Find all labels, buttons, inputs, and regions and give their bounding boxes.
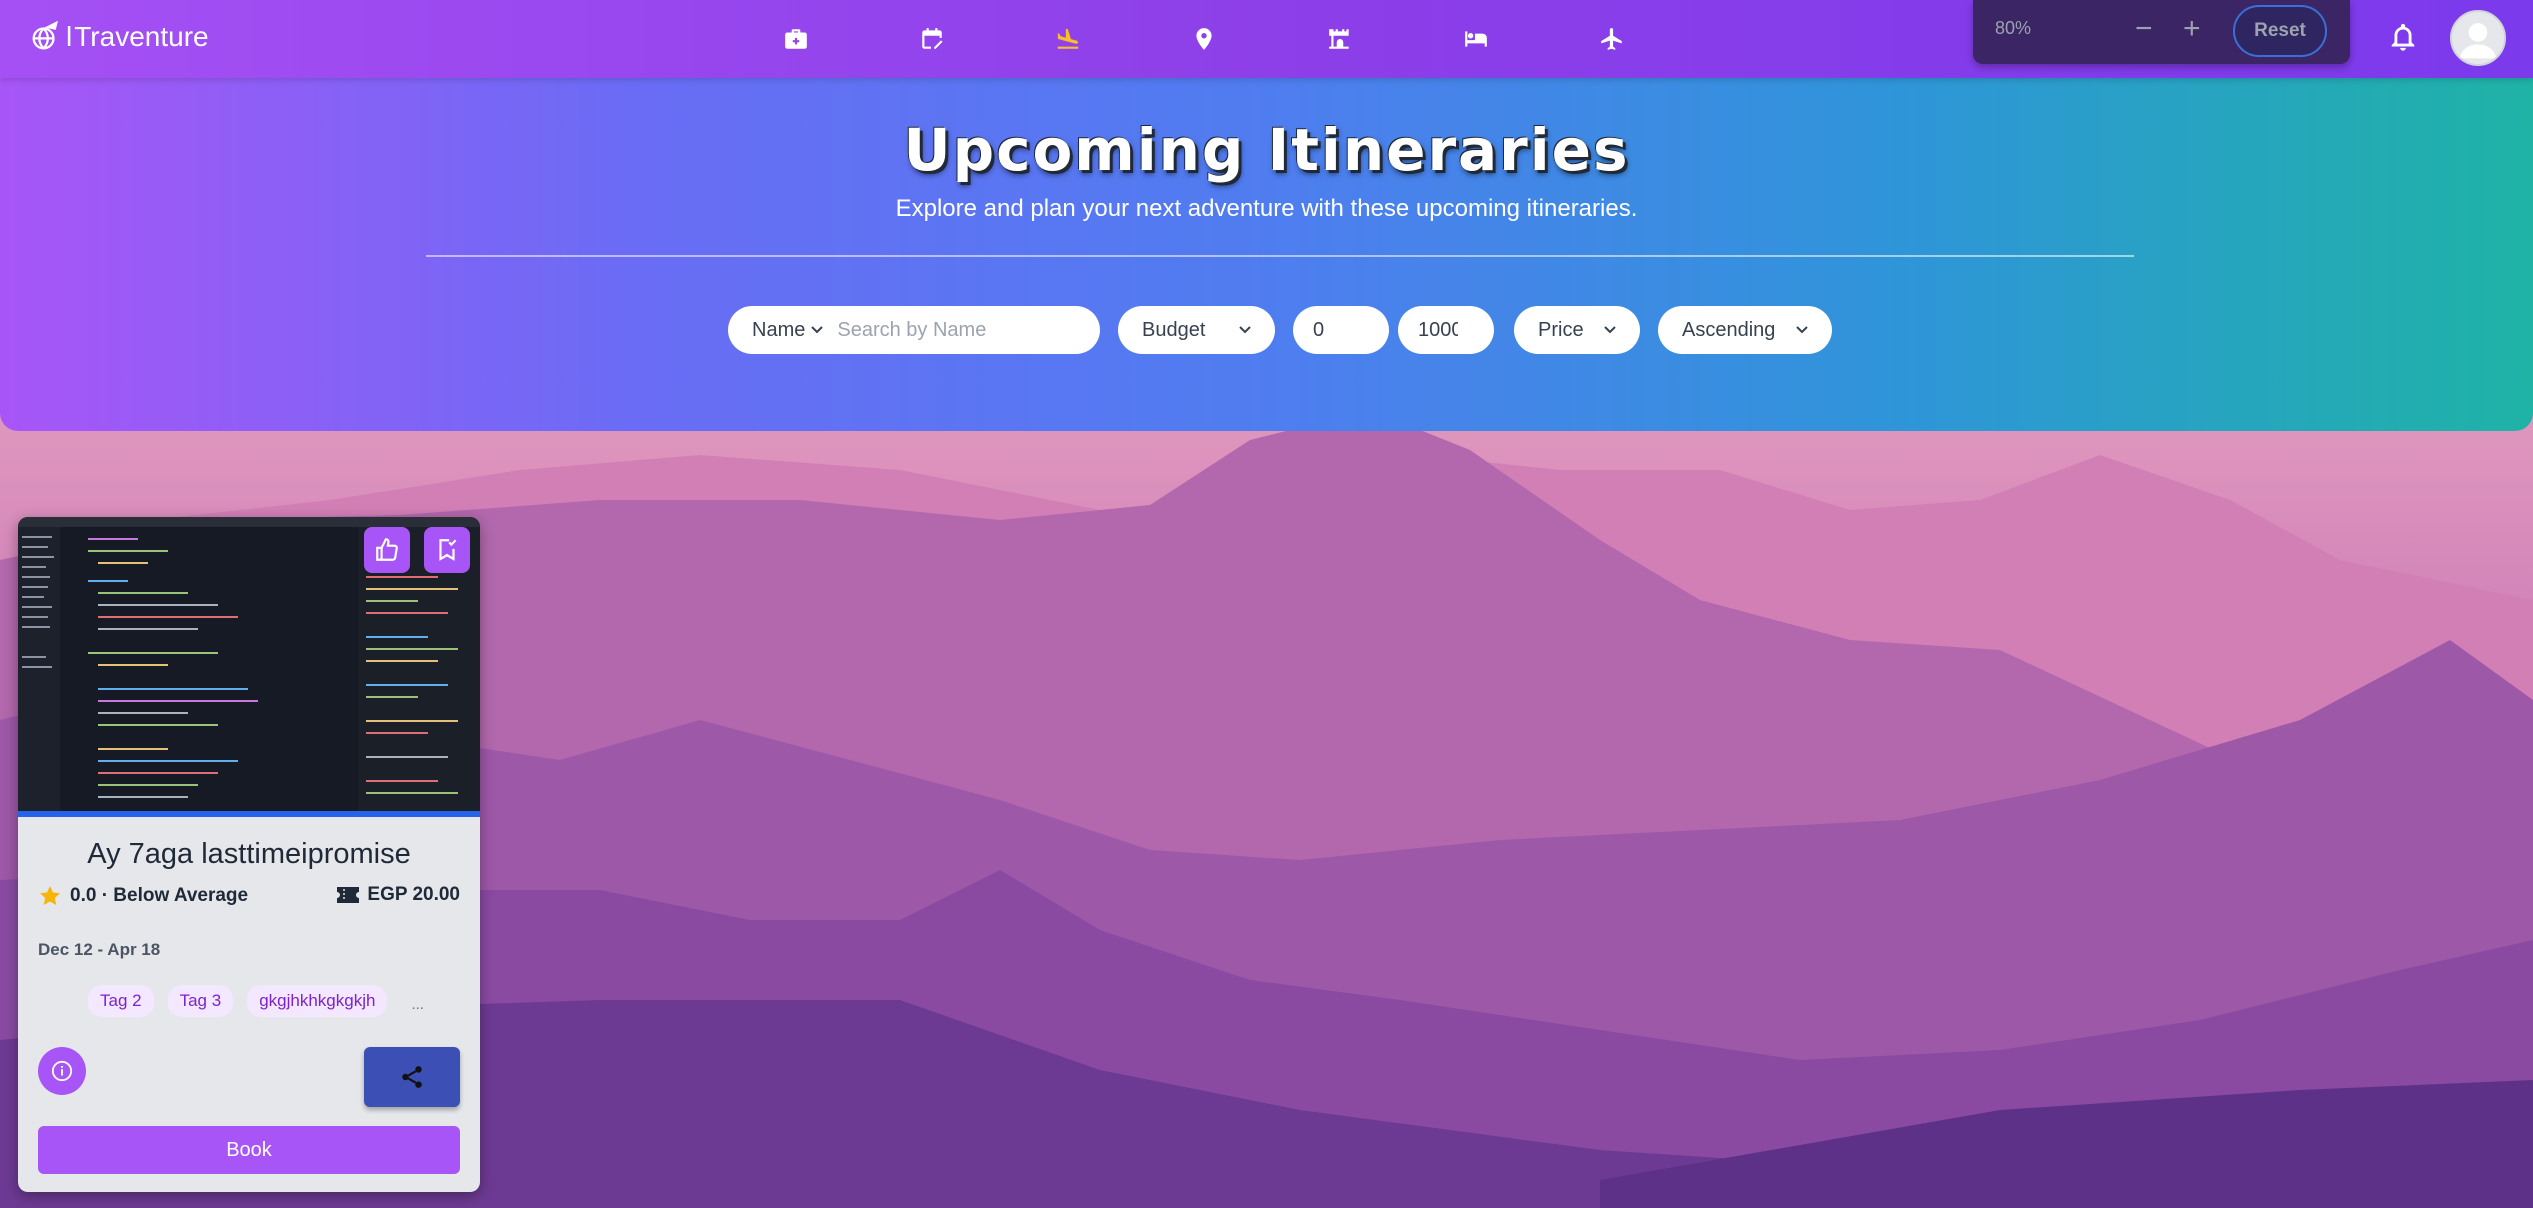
nav-hotel[interactable] [1450,20,1502,58]
max-budget-field [1398,306,1494,354]
filter-bar: Name Budget Price Ascending [0,306,2533,354]
chevron-down-icon [1239,326,1251,334]
zoom-reset-button[interactable]: Reset [2233,5,2327,57]
museum-icon [1329,29,1349,49]
calendar-edit-icon [922,28,943,49]
nav-plane-landing[interactable] [1042,20,1094,58]
plane-icon [1601,28,1622,50]
zoom-out-button[interactable]: − [2135,12,2153,46]
ticket-icon [337,887,360,903]
min-budget-field [1293,306,1389,354]
logo-bar: l [66,21,73,52]
chevron-down-icon [811,326,824,334]
top-navbar: l Traventure 80% − + Reset [0,0,2533,78]
chevron-down-icon [1796,326,1808,334]
search-field-select[interactable]: Name [752,318,824,342]
zoom-in-button[interactable]: + [2183,12,2201,46]
rating-text: 0.0 · Below Average [70,885,249,906]
tag-chip: Tag 2 [88,985,154,1017]
tag-list: Tag 2 Tag 3 gkgjhkhkgkgkjh ... [88,985,424,1017]
book-button[interactable]: Book [38,1126,460,1174]
plane-landing-icon [1057,28,1079,49]
notifications-button[interactable] [2386,20,2422,58]
nav-location[interactable] [1178,20,1230,58]
image-status-bar [18,811,480,817]
user-avatar[interactable] [2450,10,2506,66]
min-budget-input[interactable] [1313,318,1373,342]
page-title: Upcoming Itineraries [903,116,1630,184]
sort-field-dropdown[interactable]: Price [1514,306,1640,354]
logo-text: Traventure [74,21,209,52]
nav-flights[interactable] [1586,20,1638,58]
like-button[interactable] [364,527,410,573]
share-button[interactable] [364,1047,460,1107]
user-icon [2459,23,2497,59]
share-icon [402,1066,422,1088]
itinerary-image [18,517,480,817]
bookmark-check-icon [439,539,457,561]
bookmark-button[interactable] [424,527,470,573]
hero-divider [426,255,2134,257]
briefcase-icon [785,29,807,49]
bell-icon [2391,23,2415,51]
itinerary-dates: Dec 12 - Apr 18 [38,940,161,959]
hero-section: Upcoming Itineraries Explore and plan yo… [0,78,2533,431]
airplane-globe-icon [32,20,59,50]
more-tags-indicator[interactable]: ... [411,996,424,1013]
zoom-level: 80% [1995,18,2032,38]
budget-label: Budget [1142,318,1206,341]
itinerary-title: Ay 7aga lasttimeipromise [87,838,411,870]
info-icon [51,1060,73,1082]
sort-order-label: Ascending [1682,318,1776,341]
code-editor-screenshot [18,517,480,817]
thumbs-up-icon [376,538,398,561]
nav-briefcase[interactable] [770,20,822,58]
bed-icon [1465,31,1487,47]
tag-chip: Tag 3 [167,985,234,1017]
search-field-label: Name [752,318,806,341]
nav-icon-bar [770,20,1722,58]
itinerary-rating: 0.0 · Below Average [38,884,248,908]
map-pin-icon [1196,28,1212,50]
itinerary-price: EGP 20.00 [335,884,460,906]
app-logo[interactable]: l Traventure [28,20,209,54]
star-icon [40,886,60,906]
search-box: Name [728,306,1100,354]
zoom-control: 80% − + Reset [1973,0,2350,64]
search-input[interactable] [837,318,1078,342]
itinerary-card: Ay 7aga lasttimeipromise 0.0 · Below Ave… [18,517,480,1192]
chevron-down-icon [1604,326,1616,334]
info-button[interactable] [38,1047,86,1095]
sort-field-label: Price [1538,318,1584,341]
sort-order-dropdown[interactable]: Ascending [1658,306,1832,354]
tag-chip: gkgjhkhkgkgkjh [247,985,388,1017]
price-text: EGP 20.00 [367,884,460,905]
nav-museum[interactable] [1314,20,1366,58]
max-budget-input[interactable] [1418,318,1458,342]
page-subtitle: Explore and plan your next adventure wit… [895,195,1638,222]
nav-calendar[interactable] [906,20,958,58]
budget-dropdown[interactable]: Budget [1118,306,1275,354]
